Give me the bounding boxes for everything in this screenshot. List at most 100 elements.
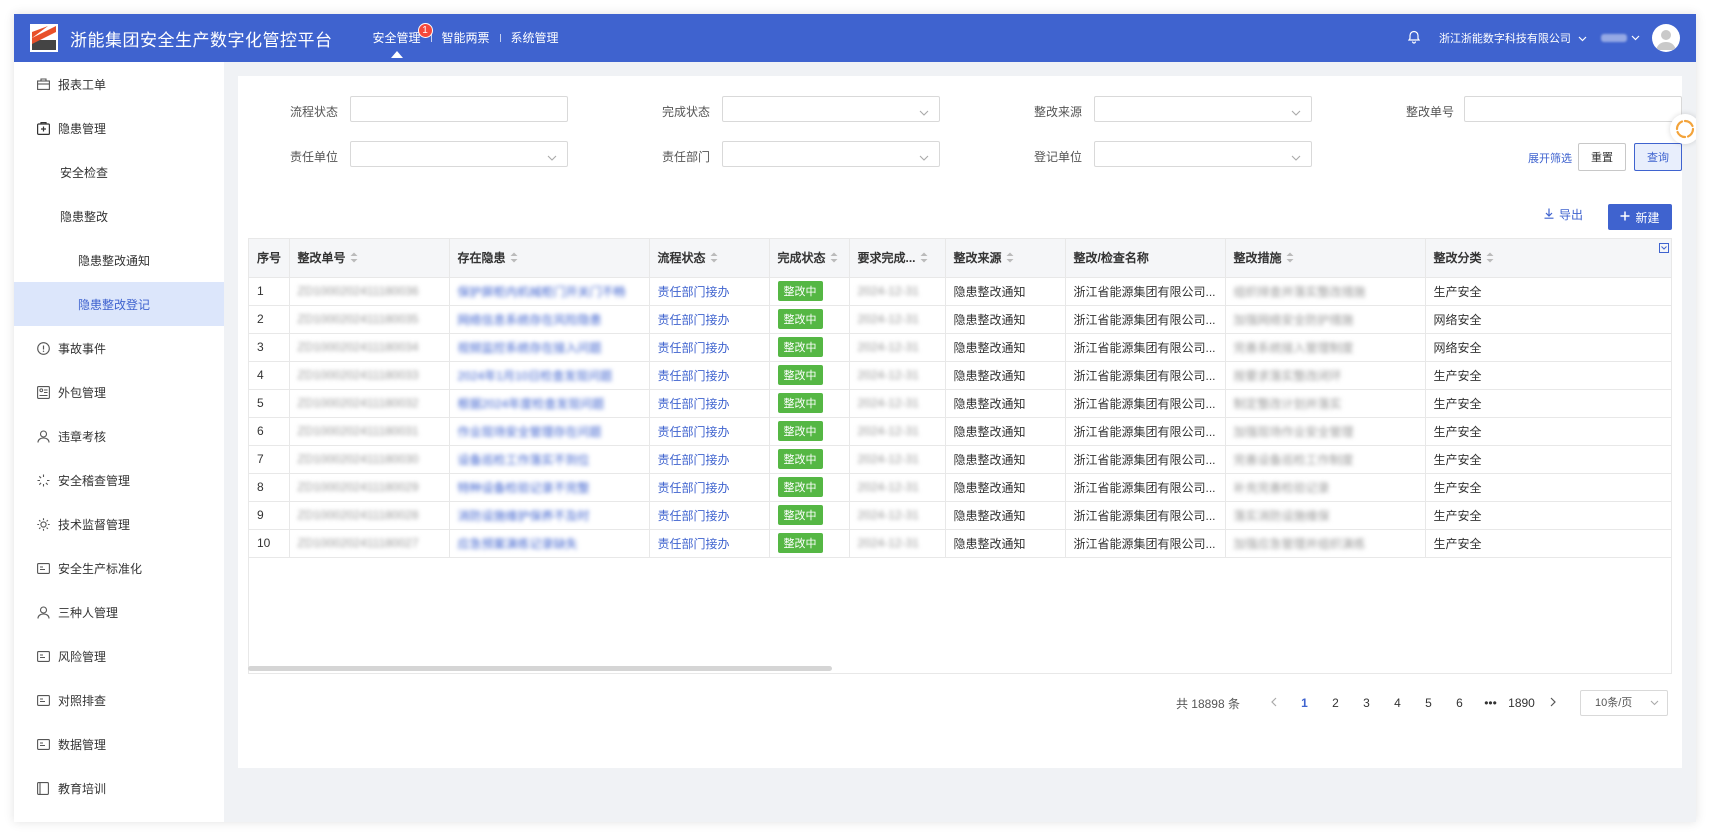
sidebar-item-accident-events[interactable]: 事故事件 xyxy=(14,326,224,370)
sidebar-item-comparison-check[interactable]: 对照排查 xyxy=(14,678,224,722)
cell-due-date: 2024-12-31 xyxy=(849,473,946,502)
cell-measures: 完善设备巡检工作制度 xyxy=(1225,445,1426,474)
sidebar-item-safety-inspection[interactable]: 安全检查 xyxy=(14,150,224,194)
sidebar-item-hazard-rectification[interactable]: 隐患整改 xyxy=(14,194,224,238)
avatar[interactable] xyxy=(1652,24,1680,52)
table-row[interactable]: 1 ZD1000202411180036 保护屏柜内机械柜门开关门不畅 责任部门接办 整… xyxy=(249,277,1671,306)
sort-icon[interactable] xyxy=(830,252,838,266)
sidebar-item-data-management[interactable]: 数据管理 xyxy=(14,722,224,766)
page-button[interactable]: 1 xyxy=(1289,696,1320,710)
cell-process-status-text: 责任部门接办 xyxy=(657,424,730,439)
cell-hazard[interactable]: 消防设施维护保养不及时 xyxy=(449,501,650,530)
page-ellipsis[interactable]: ••• xyxy=(1475,696,1506,710)
page-button[interactable]: 6 xyxy=(1444,696,1475,710)
topnav-system-management[interactable]: 系统管理 xyxy=(501,14,569,62)
topnav-safety-management[interactable]: 安全管理 1 xyxy=(363,14,433,62)
col-header-completion-status[interactable]: 完成状态 xyxy=(769,239,850,278)
export-button[interactable]: 导出 xyxy=(1544,206,1583,223)
cell-hazard-text: 根据2024年度检查发现问题 xyxy=(457,396,605,411)
cell-process-status[interactable]: 责任部门接办 xyxy=(649,529,770,558)
sort-icon[interactable] xyxy=(510,252,518,266)
col-header-hazard[interactable]: 存在隐患 xyxy=(449,239,650,278)
cell-hazard[interactable]: 作业现场安全管理存在问题 xyxy=(449,417,650,446)
table-row[interactable]: 6 ZD1000202411180031 作业现场安全管理存在问题 责任部门接办 整改中… xyxy=(249,417,1671,446)
col-header-rectify-source[interactable]: 整改来源 xyxy=(945,239,1066,278)
table-row[interactable]: 3 ZD1000202411180034 视频监控系统存在接入问题 责任部门接办 整改中… xyxy=(249,333,1671,362)
sort-icon[interactable] xyxy=(1286,252,1294,266)
reg-unit-select[interactable] xyxy=(1094,141,1312,167)
sidebar-item-safety-audit[interactable]: 安全稽查管理 xyxy=(14,458,224,502)
page-button[interactable]: 2 xyxy=(1320,696,1351,710)
sidebar-item-outsourcing[interactable]: 外包管理 xyxy=(14,370,224,414)
sidebar-item-three-persons[interactable]: 三种人管理 xyxy=(14,590,224,634)
cell-process-status[interactable]: 责任部门接办 xyxy=(649,445,770,474)
sidebar-item-standardization[interactable]: 安全生产标准化 xyxy=(14,546,224,590)
horizontal-scrollbar[interactable] xyxy=(248,666,832,671)
sort-icon[interactable] xyxy=(920,252,928,266)
cell-hazard[interactable]: 特种设备检验记录不完整 xyxy=(449,473,650,502)
company-selector[interactable]: 浙江浙能数字科技有限公司 xyxy=(1439,30,1587,46)
sidebar-item-rectify-notice[interactable]: 隐患整改通知 xyxy=(14,238,224,282)
cell-process-status[interactable]: 责任部门接办 xyxy=(649,473,770,502)
user-selector[interactable] xyxy=(1601,32,1640,44)
sort-icon[interactable] xyxy=(1006,252,1014,266)
col-header-measures[interactable]: 整改措施 xyxy=(1225,239,1426,278)
table-row[interactable]: 9 ZD1000202411180028 消防设施维护保养不及时 责任部门接办 整改中 2… xyxy=(249,501,1671,530)
assistant-float-icon[interactable] xyxy=(1670,114,1696,144)
table-row[interactable]: 8 ZD1000202411180029 特种设备检验记录不完整 责任部门接办 整改中 2… xyxy=(249,473,1671,502)
col-header-category[interactable]: 整改分类 xyxy=(1425,239,1671,278)
col-header-process-status[interactable]: 流程状态 xyxy=(649,239,770,278)
cell-process-status[interactable]: 责任部门接办 xyxy=(649,417,770,446)
bell-icon[interactable] xyxy=(1407,30,1421,47)
completion-status-select[interactable] xyxy=(722,96,940,122)
table-row[interactable]: 7 ZD1000202411180030 设备巡检工作落实不到位 责任部门接办 整改中 2… xyxy=(249,445,1671,474)
page-button[interactable]: 5 xyxy=(1413,696,1444,710)
sort-icon[interactable] xyxy=(350,252,358,266)
page-size-select[interactable]: 10条/页 xyxy=(1580,690,1668,716)
cell-process-status[interactable]: 责任部门接办 xyxy=(649,389,770,418)
page-button-last[interactable]: 1890 xyxy=(1506,696,1537,710)
process-status-input[interactable] xyxy=(350,96,568,122)
next-page-button[interactable] xyxy=(1537,696,1568,710)
col-header-due-date[interactable]: 要求完成... xyxy=(849,239,946,278)
sidebar-item-education-training[interactable]: 教育培训 xyxy=(14,766,224,810)
column-setting-icon[interactable] xyxy=(1659,243,1669,253)
rectify-no-input[interactable] xyxy=(1464,96,1682,122)
table-row[interactable]: 2 ZD1000202411180035 网络信息系统存在风险隐患 责任部门接办 整改中… xyxy=(249,305,1671,334)
query-button[interactable]: 查询 xyxy=(1634,143,1682,171)
reset-button[interactable]: 重置 xyxy=(1578,143,1626,171)
sidebar-item-hazard-management[interactable]: 隐患管理 xyxy=(14,106,224,150)
sidebar-item-violation-assessment[interactable]: 违章考核 xyxy=(14,414,224,458)
table-row[interactable]: 5 ZD1000202411180032 根据2024年度检查发现问题 责任部门接办 整… xyxy=(249,389,1671,418)
cell-hazard[interactable]: 根据2024年度检查发现问题 xyxy=(449,389,650,418)
table-row[interactable]: 4 ZD1000202411180033 2024年1月10日检查发现问题 责任部门接… xyxy=(249,361,1671,390)
sidebar-item-risk-management[interactable]: 风险管理 xyxy=(14,634,224,678)
cell-hazard[interactable]: 保护屏柜内机械柜门开关门不畅 xyxy=(449,277,650,306)
page-button[interactable]: 3 xyxy=(1351,696,1382,710)
new-button[interactable]: 新建 xyxy=(1608,204,1672,230)
cell-hazard[interactable]: 2024年1月10日检查发现问题 xyxy=(449,361,650,390)
cell-hazard[interactable]: 设备巡检工作落实不到位 xyxy=(449,445,650,474)
sort-icon[interactable] xyxy=(710,252,718,266)
cell-hazard[interactable]: 视频监控系统存在接入问题 xyxy=(449,333,650,362)
cell-hazard[interactable]: 应急预案演练记录缺失 xyxy=(449,529,650,558)
rectify-source-select[interactable] xyxy=(1094,96,1312,122)
page-button[interactable]: 4 xyxy=(1382,696,1413,710)
sidebar-item-tech-supervision[interactable]: 技术监督管理 xyxy=(14,502,224,546)
col-header-rectify-no[interactable]: 整改单号 xyxy=(289,239,450,278)
cell-process-status[interactable]: 责任部门接办 xyxy=(649,361,770,390)
cell-process-status[interactable]: 责任部门接办 xyxy=(649,501,770,530)
table-row[interactable]: 10 ZD1000202411180027 应急预案演练记录缺失 责任部门接办 整改中 2… xyxy=(249,529,1671,558)
topnav-smart-tickets[interactable]: 智能两票 xyxy=(432,14,500,62)
cell-process-status[interactable]: 责任部门接办 xyxy=(649,277,770,306)
sidebar-item-rectify-registration[interactable]: 隐患整改登记 xyxy=(14,282,224,326)
cell-hazard[interactable]: 网络信息系统存在风险隐患 xyxy=(449,305,650,334)
sidebar-item-report-orders[interactable]: 报表工单 xyxy=(14,62,224,106)
prev-page-button[interactable] xyxy=(1258,696,1289,710)
resp-unit-select[interactable] xyxy=(350,141,568,167)
sort-icon[interactable] xyxy=(1486,252,1494,266)
resp-dept-select[interactable] xyxy=(722,141,940,167)
expand-filters-link[interactable]: 展开筛选 xyxy=(1528,150,1572,166)
cell-process-status[interactable]: 责任部门接办 xyxy=(649,305,770,334)
cell-process-status[interactable]: 责任部门接办 xyxy=(649,333,770,362)
